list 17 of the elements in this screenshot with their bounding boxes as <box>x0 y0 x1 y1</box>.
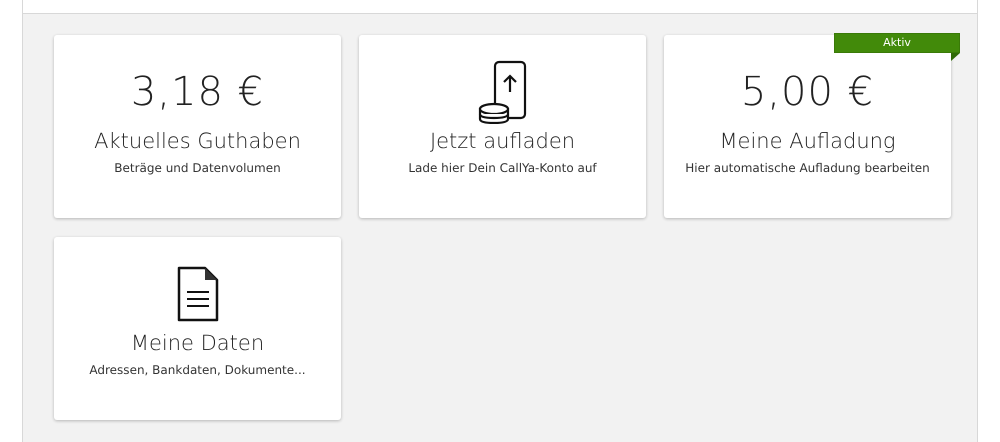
tile-subtitle: Beträge und Datenvolumen <box>114 161 281 175</box>
tile-card[interactable]: 3,18 € Aktuelles Guthaben Beträge und Datenvolumen <box>54 35 341 218</box>
ribbon-fold-icon <box>951 53 960 61</box>
status-badge: Aktiv <box>834 33 960 53</box>
document-icon <box>176 265 220 323</box>
tile-title: Aktuelles Guthaben <box>94 129 301 153</box>
balance-amount: 5,00 € <box>740 68 874 117</box>
phone-coins-icon <box>476 60 528 124</box>
tile-title: Meine Daten <box>130 331 264 355</box>
tile-card[interactable]: Jetzt aufladen Lade hier Dein CallYa-Konto auf <box>359 35 646 218</box>
tile-card[interactable]: Meine Daten Adressen, Bankdaten, Dokumente... <box>54 237 341 420</box>
tile-subtitle: Adressen, Bankdaten, Dokumente... <box>89 363 306 377</box>
balance-amount: 3,18 € <box>130 68 264 117</box>
tile-title: Meine Aufladung <box>719 129 896 153</box>
tile-subtitle: Hier automatische Aufladung bearbeiten <box>685 161 930 175</box>
tile-subtitle: Lade hier Dein CallYa-Konto auf <box>408 161 597 175</box>
tile-title: Jetzt aufladen <box>430 129 576 153</box>
